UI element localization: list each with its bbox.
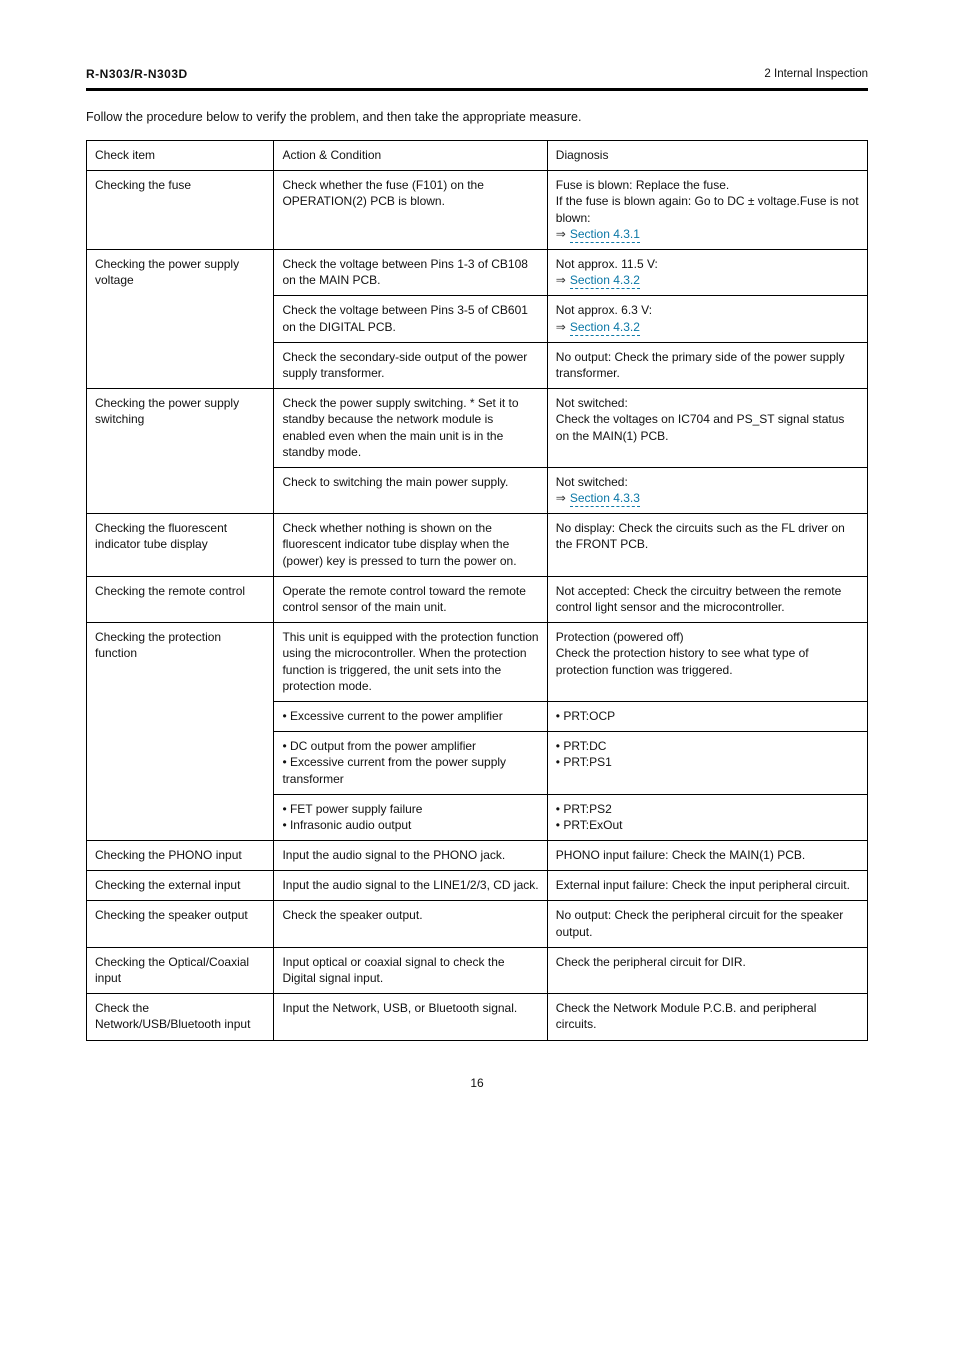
check-item-cell: Check the Network/USB/Bluetooth input bbox=[87, 994, 274, 1040]
action-cell: Check whether nothing is shown on the fl… bbox=[274, 514, 547, 577]
table-row: Checking the protection functionThis uni… bbox=[87, 623, 868, 702]
table-header-row: Check item Action & Condition Diagnosis bbox=[87, 141, 868, 171]
check-item-cell: Checking the external input bbox=[87, 871, 274, 901]
diagnosis-text: External input failure: Check the input … bbox=[556, 878, 850, 892]
diagnosis-text: Check the peripheral circuit for DIR. bbox=[556, 955, 746, 969]
diagnosis-cell: • PRT:OCP bbox=[547, 701, 867, 731]
check-item-cell: Checking the protection function bbox=[87, 623, 274, 841]
check-item-cell: Checking the Optical/Coaxial input bbox=[87, 947, 274, 993]
diagnosis-text: PHONO input failure: Check the MAIN(1) P… bbox=[556, 848, 805, 862]
diagnosis-text: • PRT:PS2 • PRT:ExOut bbox=[556, 802, 623, 832]
table-row: Checking the power supply switchingCheck… bbox=[87, 389, 868, 468]
diagnosis-cell: External input failure: Check the input … bbox=[547, 871, 867, 901]
action-cell: Check whether the fuse (F101) on the OPE… bbox=[274, 171, 547, 250]
diagnosis-table: Check item Action & Condition Diagnosis … bbox=[86, 140, 868, 1041]
diagnosis-cell: Check the Network Module P.C.B. and peri… bbox=[547, 994, 867, 1040]
action-cell: • Excessive current to the power amplifi… bbox=[274, 701, 547, 731]
table-row: Checking the PHONO inputInput the audio … bbox=[87, 841, 868, 871]
cross-reference-link[interactable]: Section 4.3.1 bbox=[570, 227, 640, 243]
action-cell: Operate the remote control toward the re… bbox=[274, 576, 547, 622]
check-item-cell: Checking the PHONO input bbox=[87, 841, 274, 871]
check-item-cell: Checking the power supply voltage bbox=[87, 250, 274, 389]
page-header: R-N303/R-N303D 2 Internal Inspection bbox=[86, 66, 868, 91]
table-row: Check the Network/USB/Bluetooth inputInp… bbox=[87, 994, 868, 1040]
arrow-icon: ⇒ bbox=[556, 273, 570, 287]
action-cell: This unit is equipped with the protectio… bbox=[274, 623, 547, 702]
diagnosis-cell: Not accepted: Check the circuitry betwee… bbox=[547, 576, 867, 622]
diagnosis-text: Not approx. 6.3 V: bbox=[556, 303, 652, 317]
diagnosis-cell: • PRT:DC • PRT:PS1 bbox=[547, 732, 867, 795]
diagnosis-cell: PHONO input failure: Check the MAIN(1) P… bbox=[547, 841, 867, 871]
diagnosis-text: No output: Check the primary side of the… bbox=[556, 350, 845, 380]
diagnosis-text: Protection (powered off) Check the prote… bbox=[556, 630, 809, 676]
cross-reference-link[interactable]: Section 4.3.3 bbox=[570, 491, 640, 507]
diagnosis-cell: Not approx. 6.3 V: ⇒Section 4.3.2 bbox=[547, 296, 867, 342]
action-cell: • FET power supply failure • Infrasonic … bbox=[274, 794, 547, 840]
col-diagnosis: Diagnosis bbox=[547, 141, 867, 171]
diagnosis-text: No display: Check the circuits such as t… bbox=[556, 521, 845, 551]
page-number: 16 bbox=[86, 1075, 868, 1091]
action-cell: Input the audio signal to the PHONO jack… bbox=[274, 841, 547, 871]
table-row: Checking the fuseCheck whether the fuse … bbox=[87, 171, 868, 250]
action-cell: Input the audio signal to the LINE1/2/3,… bbox=[274, 871, 547, 901]
arrow-icon: ⇒ bbox=[556, 320, 570, 334]
check-item-cell: Checking the remote control bbox=[87, 576, 274, 622]
table-row: Checking the Optical/Coaxial inputInput … bbox=[87, 947, 868, 993]
diagnosis-text: Not switched: Check the voltages on IC70… bbox=[556, 396, 845, 442]
action-cell: Check the voltage between Pins 1-3 of CB… bbox=[274, 250, 547, 296]
action-cell: • DC output from the power amplifier • E… bbox=[274, 732, 547, 795]
section-title: 2 Internal Inspection bbox=[764, 67, 868, 83]
diagnosis-cell: Check the peripheral circuit for DIR. bbox=[547, 947, 867, 993]
check-item-cell: Checking the power supply switching bbox=[87, 389, 274, 514]
action-cell: Check the voltage between Pins 3-5 of CB… bbox=[274, 296, 547, 342]
diagnosis-cell: Not switched: ⇒Section 4.3.3 bbox=[547, 467, 867, 513]
cross-reference-link[interactable]: Section 4.3.2 bbox=[570, 320, 640, 336]
table-row: Checking the fluorescent indicator tube … bbox=[87, 514, 868, 577]
diagnosis-text: Check the Network Module P.C.B. and peri… bbox=[556, 1001, 817, 1031]
table-row: Checking the speaker outputCheck the spe… bbox=[87, 901, 868, 947]
diagnosis-cell: Not approx. 11.5 V: ⇒Section 4.3.2 bbox=[547, 250, 867, 296]
diagnosis-text: • PRT:DC • PRT:PS1 bbox=[556, 739, 612, 769]
cross-reference-link[interactable]: Section 4.3.2 bbox=[570, 273, 640, 289]
arrow-icon: ⇒ bbox=[556, 227, 570, 241]
diagnosis-cell: No display: Check the circuits such as t… bbox=[547, 514, 867, 577]
col-action: Action & Condition bbox=[274, 141, 547, 171]
action-cell: Check the power supply switching. * Set … bbox=[274, 389, 547, 468]
diagnosis-text: Not accepted: Check the circuitry betwee… bbox=[556, 584, 841, 614]
diagnosis-cell: Not switched: Check the voltages on IC70… bbox=[547, 389, 867, 468]
col-check-item: Check item bbox=[87, 141, 274, 171]
diagnosis-cell: No output: Check the primary side of the… bbox=[547, 342, 867, 388]
diagnosis-cell: Protection (powered off) Check the prote… bbox=[547, 623, 867, 702]
arrow-icon: ⇒ bbox=[556, 491, 570, 505]
table-row: Checking the power supply voltageCheck t… bbox=[87, 250, 868, 296]
check-item-cell: Checking the speaker output bbox=[87, 901, 274, 947]
action-cell: Input the Network, USB, or Bluetooth sig… bbox=[274, 994, 547, 1040]
check-item-cell: Checking the fluorescent indicator tube … bbox=[87, 514, 274, 577]
action-cell: Check the secondary-side output of the p… bbox=[274, 342, 547, 388]
diagnosis-text: Not switched: bbox=[556, 475, 628, 489]
diagnosis-cell: • PRT:PS2 • PRT:ExOut bbox=[547, 794, 867, 840]
action-cell: Input optical or coaxial signal to check… bbox=[274, 947, 547, 993]
table-row: Checking the external inputInput the aud… bbox=[87, 871, 868, 901]
action-cell: Check the speaker output. bbox=[274, 901, 547, 947]
diagnosis-cell: Fuse is blown: Replace the fuse. If the … bbox=[547, 171, 867, 250]
intro-text: Follow the procedure below to verify the… bbox=[86, 109, 868, 126]
diagnosis-text: Not approx. 11.5 V: bbox=[556, 257, 658, 271]
diagnosis-text: Fuse is blown: Replace the fuse. If the … bbox=[556, 178, 800, 208]
model-name: R-N303/R-N303D bbox=[86, 66, 188, 82]
check-item-cell: Checking the fuse bbox=[87, 171, 274, 250]
table-row: Checking the remote controlOperate the r… bbox=[87, 576, 868, 622]
diagnosis-cell: No output: Check the peripheral circuit … bbox=[547, 901, 867, 947]
diagnosis-text: • PRT:OCP bbox=[556, 709, 615, 723]
diagnosis-text: No output: Check the peripheral circuit … bbox=[556, 908, 843, 938]
action-cell: Check to switching the main power supply… bbox=[274, 467, 547, 513]
